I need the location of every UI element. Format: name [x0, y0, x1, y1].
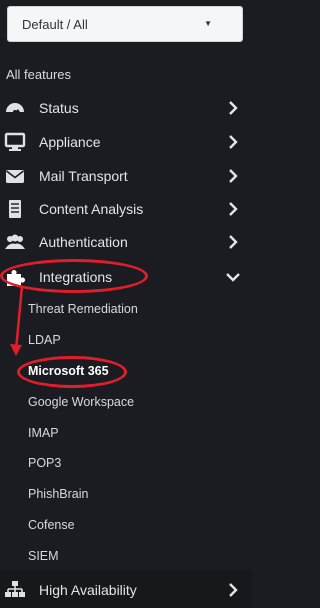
menu-item-label: Content Analysis — [39, 201, 144, 217]
all-features-heading: All features — [6, 67, 72, 82]
menu-item-label: High Availability — [39, 582, 137, 598]
highlight-oval-integrations — [0, 259, 148, 293]
menu-item-label: Status — [39, 100, 79, 116]
profile-dropdown-value: Default / All — [22, 17, 88, 32]
caret-down-icon: ▼ — [204, 19, 212, 28]
highlight-oval-microsoft-365 — [17, 356, 127, 388]
menu-item-content-analysis[interactable]: Content Analysis — [0, 194, 252, 224]
chevron-right-icon — [229, 235, 238, 249]
envelope-icon — [6, 170, 24, 183]
submenu-item-siem[interactable]: SIEM — [28, 549, 59, 563]
users-icon — [5, 234, 25, 249]
network-tree-icon — [5, 581, 25, 597]
menu-item-label: Appliance — [39, 134, 101, 150]
submenu-item-cofense[interactable]: Cofense — [28, 518, 75, 532]
menu-item-appliance[interactable]: Appliance — [0, 127, 252, 157]
menu-item-authentication[interactable]: Authentication — [0, 227, 252, 257]
profile-dropdown[interactable]: Default / All ▼ — [7, 6, 243, 42]
menu-item-status[interactable]: Status — [0, 93, 252, 123]
chevron-right-icon — [229, 202, 238, 216]
chevron-right-icon — [229, 583, 238, 597]
submenu-item-pop3[interactable]: POP3 — [28, 456, 61, 470]
chevron-right-icon — [229, 101, 238, 115]
document-scan-icon — [9, 200, 21, 218]
submenu-item-google-workspace[interactable]: Google Workspace — [28, 395, 134, 409]
monitor-icon — [4, 132, 26, 151]
menu-item-label: Mail Transport — [39, 168, 128, 184]
chevron-right-icon — [229, 135, 238, 149]
submenu-item-threat-remediation[interactable]: Threat Remediation — [28, 302, 138, 316]
menu-item-high-availability[interactable]: High Availability — [0, 575, 252, 605]
submenu-item-imap[interactable]: IMAP — [28, 426, 59, 440]
menu-item-label: Authentication — [39, 234, 128, 250]
chevron-down-icon — [226, 273, 240, 282]
menu-item-mail-transport[interactable]: Mail Transport — [0, 161, 252, 191]
submenu-item-ldap[interactable]: LDAP — [28, 333, 61, 347]
gauge-icon — [6, 103, 24, 114]
chevron-right-icon — [229, 169, 238, 183]
submenu-item-phishbrain[interactable]: PhishBrain — [28, 487, 88, 501]
